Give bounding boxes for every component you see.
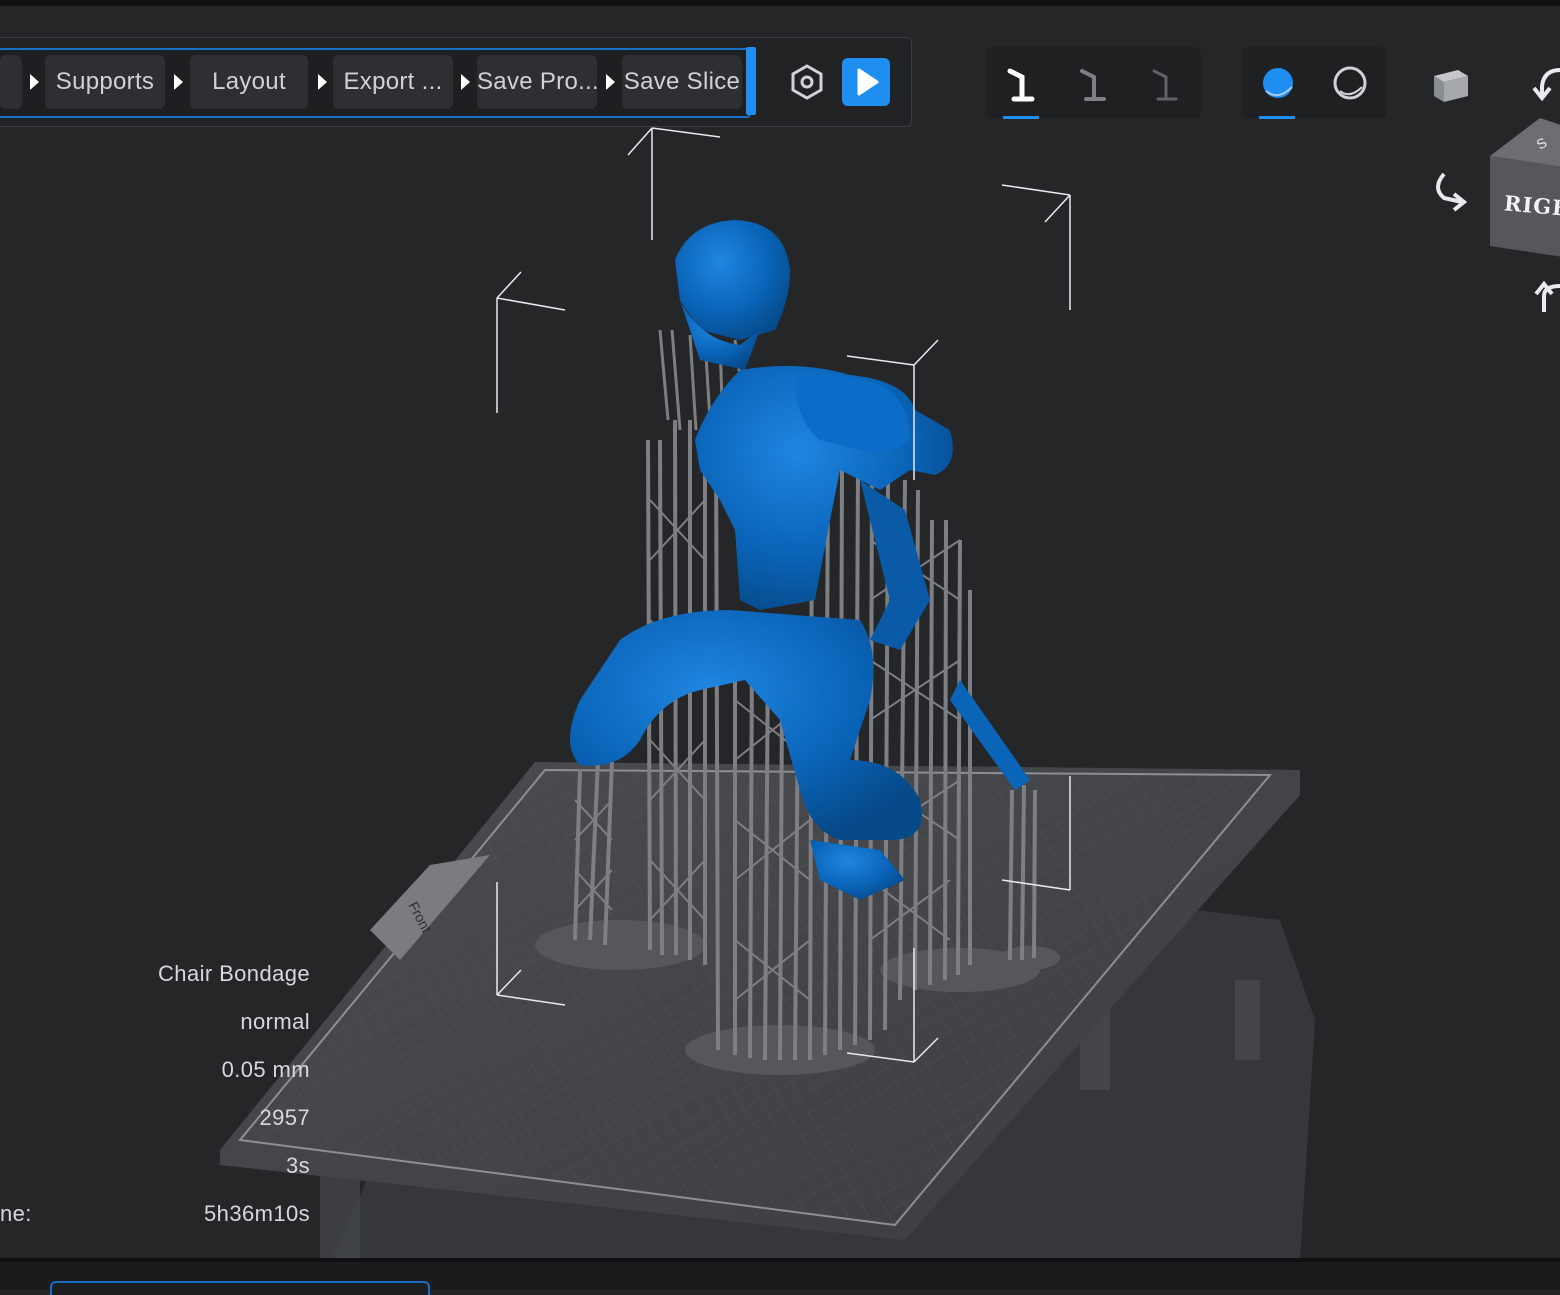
workflow-step-export[interactable]: Export ... <box>333 55 453 109</box>
active-underline <box>1003 116 1039 119</box>
workflow-step-layout[interactable]: Layout <box>190 55 308 109</box>
gear-icon <box>791 64 823 100</box>
profile-value: normal <box>240 1009 310 1034</box>
support-medium-icon <box>1080 69 1106 101</box>
support-heavy-icon <box>1007 68 1035 102</box>
view-cube[interactable]: S RIGHT <box>1490 118 1560 258</box>
workflow-step-save-slice[interactable]: Save Slice <box>622 55 742 109</box>
settings-button[interactable] <box>787 62 827 102</box>
slice-time-value: 3s <box>285 1153 310 1178</box>
support-density-group <box>986 47 1201 119</box>
workflow-progress-marker <box>746 47 756 115</box>
play-icon <box>857 68 879 96</box>
xray-shading-icon <box>1333 66 1367 100</box>
solid-shading-button[interactable] <box>1242 47 1314 119</box>
arrow-right-icon <box>318 74 327 90</box>
xray-shading-button[interactable] <box>1314 47 1386 119</box>
workflow-step-save-project[interactable]: Save Pro... <box>477 55 597 109</box>
rotate-down-button[interactable] <box>1530 278 1560 318</box>
support-light-icon <box>1152 69 1178 101</box>
bottom-tab-active[interactable] <box>50 1281 430 1295</box>
workflow-step-supports[interactable]: Supports <box>45 55 165 109</box>
arrow-right-icon <box>606 74 615 90</box>
layer-count-value: 2957 <box>259 1105 310 1130</box>
active-underline <box>1259 116 1295 119</box>
rotate-arrow-icon <box>1534 280 1560 312</box>
layer-height-value: 0.05 mm <box>221 1057 310 1082</box>
arrow-right-icon <box>461 74 470 90</box>
workflow-step-previous[interactable] <box>0 55 22 109</box>
solid-shading-icon <box>1263 68 1293 98</box>
rotate-arrow-icon <box>1532 68 1560 102</box>
arrow-right-icon <box>30 74 39 90</box>
print-time-label: ne: <box>0 1201 32 1226</box>
rotate-arrow-icon <box>1436 172 1468 212</box>
rotate-left-button[interactable] <box>1430 168 1470 214</box>
support-heavy-button[interactable] <box>986 47 1058 119</box>
support-medium-button[interactable] <box>1058 47 1130 119</box>
print-time-value: 5h36m10s <box>204 1201 310 1226</box>
support-light-button[interactable] <box>1130 47 1202 119</box>
rotate-up-button[interactable] <box>1530 62 1560 106</box>
render-mode-group <box>1242 47 1386 119</box>
cube-icon <box>1434 70 1468 102</box>
start-slice-button[interactable] <box>842 58 890 106</box>
view-cube-shape: S <box>1490 118 1560 257</box>
arrow-right-icon <box>174 74 183 90</box>
perspective-view-button[interactable] <box>1428 62 1472 106</box>
model-name: Chair Bondage <box>158 961 310 986</box>
